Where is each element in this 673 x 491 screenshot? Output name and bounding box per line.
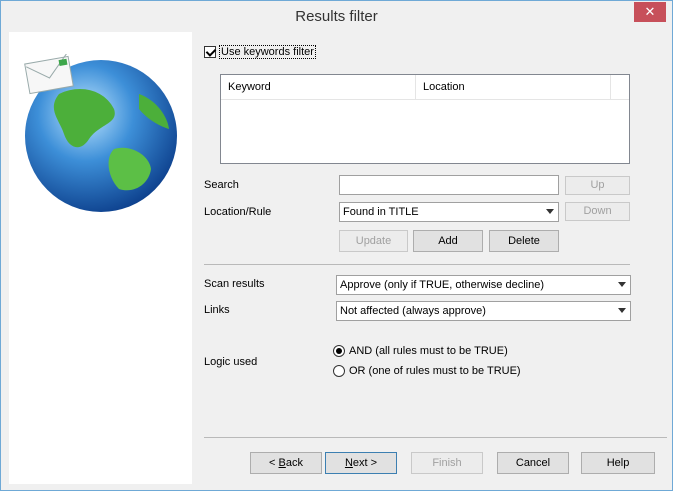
close-icon: ✕ xyxy=(644,4,656,19)
scan-results-select[interactable]: Approve (only if TRUE, otherwise decline… xyxy=(336,275,631,295)
search-input[interactable] xyxy=(339,175,559,195)
scan-results-value: Approve (only if TRUE, otherwise decline… xyxy=(340,279,544,291)
chevron-down-icon xyxy=(618,282,626,287)
checkbox-checked-icon[interactable] xyxy=(204,46,216,58)
envelope-icon xyxy=(24,54,74,95)
logic-and-radio[interactable]: AND (all rules must to be TRUE) xyxy=(333,345,508,357)
links-select[interactable]: Not affected (always approve) xyxy=(336,301,631,321)
chevron-down-icon xyxy=(618,308,626,313)
back-accel: B xyxy=(278,457,286,469)
close-button[interactable]: ✕ xyxy=(634,2,666,22)
logic-and-label: AND (all rules must to be TRUE) xyxy=(349,345,508,357)
update-button[interactable]: Update xyxy=(339,230,408,252)
links-value: Not affected (always approve) xyxy=(340,305,486,317)
next-accel: N xyxy=(344,457,353,469)
scan-results-label: Scan results xyxy=(204,278,265,290)
back-button[interactable]: < Back xyxy=(250,452,322,474)
add-button[interactable]: Add xyxy=(413,230,483,252)
title-bar: Results filter ✕ xyxy=(1,1,672,31)
location-rule-select[interactable]: Found in TITLE xyxy=(339,202,559,222)
results-filter-window: Results filter ✕ Use keywords filter Key… xyxy=(0,0,673,491)
keywords-list[interactable]: Keyword Location xyxy=(220,74,630,164)
location-rule-label: Location/Rule xyxy=(204,206,272,218)
finish-button[interactable]: Finish xyxy=(411,452,483,474)
column-keyword[interactable]: Keyword xyxy=(221,75,416,99)
wizard-image-pane xyxy=(9,32,192,484)
links-label: Links xyxy=(204,304,230,316)
next-button[interactable]: Next > xyxy=(325,452,397,474)
next-rest: ext > xyxy=(352,457,378,469)
divider xyxy=(204,264,630,265)
down-button[interactable]: Down xyxy=(565,202,630,221)
radio-selected-icon[interactable] xyxy=(333,345,345,357)
logic-or-radio[interactable]: OR (one of rules must to be TRUE) xyxy=(333,365,521,377)
list-header: Keyword Location xyxy=(221,75,629,100)
up-button[interactable]: Up xyxy=(565,176,630,195)
back-rest: ack xyxy=(285,457,303,469)
chevron-down-icon xyxy=(546,209,554,214)
help-button[interactable]: Help xyxy=(581,452,655,474)
use-keywords-checkbox[interactable]: Use keywords filter xyxy=(204,45,316,59)
search-label: Search xyxy=(204,179,239,191)
radio-unselected-icon[interactable] xyxy=(333,365,345,377)
globe-mail-icon xyxy=(24,54,177,212)
window-title: Results filter xyxy=(295,8,378,25)
delete-button[interactable]: Delete xyxy=(489,230,559,252)
logic-used-label: Logic used xyxy=(204,356,258,368)
back-prefix: < xyxy=(269,457,279,469)
column-location[interactable]: Location xyxy=(416,75,611,99)
use-keywords-label: Use keywords filter xyxy=(219,45,316,59)
cancel-button[interactable]: Cancel xyxy=(497,452,569,474)
footer-divider xyxy=(204,437,667,438)
location-rule-value: Found in TITLE xyxy=(343,206,419,218)
logic-or-label: OR (one of rules must to be TRUE) xyxy=(349,365,521,377)
